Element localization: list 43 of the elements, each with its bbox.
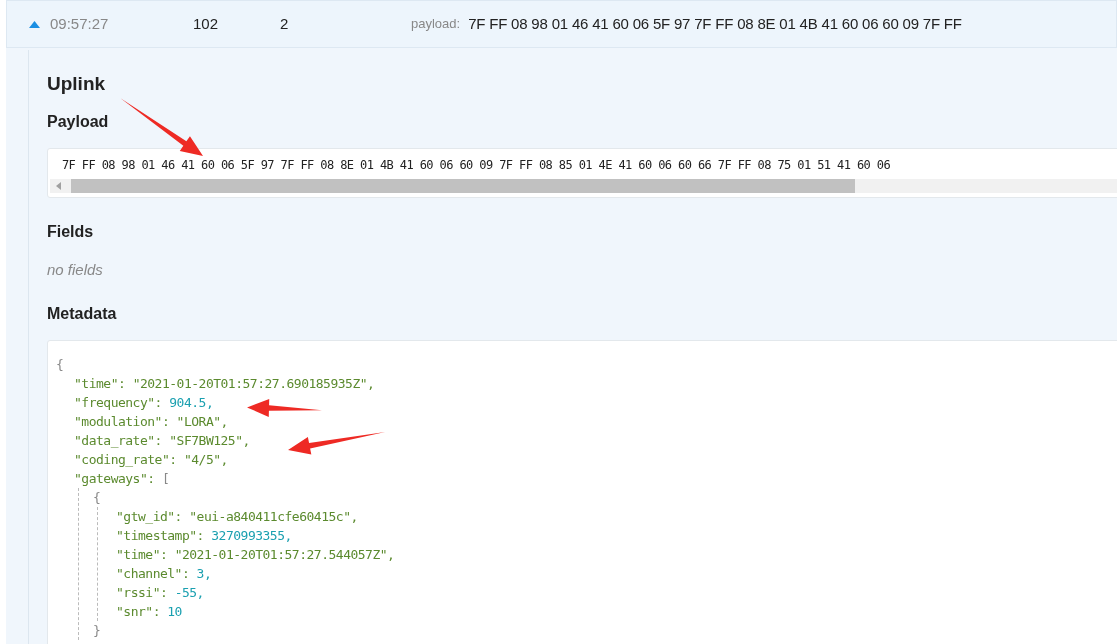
json-value: [ [161,470,170,486]
empty-fields-text: no fields [47,260,103,280]
payload-label: payload: [411,15,461,34]
json-key: "modulation": [74,413,170,429]
metadata-heading: Metadata [47,303,117,324]
json-key: "channel": [116,565,190,581]
json-key: "gateways": [74,470,155,486]
json-value: 3, [196,565,212,581]
json-key: "frequency": [74,394,162,410]
json-value: "2021-01-20T01:57:27.690185935Z", [132,375,375,391]
json-key: "rssi": [116,584,168,600]
json-brace: { [93,488,101,507]
json-key: "data_rate": [74,432,162,448]
scrollbar-thumb[interactable] [71,179,855,193]
message-row[interactable]: 09:57:27 102 2 payload: 7F FF 08 98 01 46 41 60 06 5F 97 7F FF 08 8E 01 4B 41 60 06 60 09 7F FF [6,0,1117,48]
payload-hex: 7F FF 08 98 01 46 41 60 06 5F 97 7F FF 08 8E 01 4B 41 60 06 60 09 7F FF 08 85 01 4E 41 60 06 60 66 7F FF 08 75 01 51 41 60 06 [62,157,891,174]
payload-text: 7F FF 08 98 01 46 41 60 06 5F 97 7F FF 08 8E 01 4B 41 60 06 60 09 7F FF [468,13,962,34]
json-value: "LORA", [176,413,228,429]
horizontal-scrollbar[interactable] [50,179,1117,193]
json-key: "coding_rate": [74,451,177,467]
fields-heading: Fields [47,222,94,242]
json-brace: } [93,621,101,640]
json-key: "timestamp": [116,527,204,543]
json-value: 3270993355, [211,527,292,543]
count-text: 102 [193,13,220,34]
json-key: "time": [74,375,126,391]
time-text: 09:57:27 [50,13,110,34]
json-value: 904.5, [169,394,214,410]
json-value: "eui-a840411cfe60415c", [189,508,358,524]
port-text: 2 [280,13,290,34]
json-key: "gtw_id": [116,508,182,524]
json-brace: { [56,355,64,374]
json-value: 10 [167,603,182,619]
json-key: "snr": [116,603,160,619]
caret-icon[interactable] [29,20,40,28]
json-key: "time": [116,546,168,562]
json-value: "4/5", [183,451,228,467]
json-value: -55, [174,584,204,600]
payload-heading: Payload [47,112,109,132]
json-value: "SF7BW125", [169,432,250,448]
json-value: "2021-01-20T01:57:27.544057Z", [174,546,395,562]
section-title: Uplink [47,72,106,96]
scroll-left-icon[interactable] [56,182,61,190]
